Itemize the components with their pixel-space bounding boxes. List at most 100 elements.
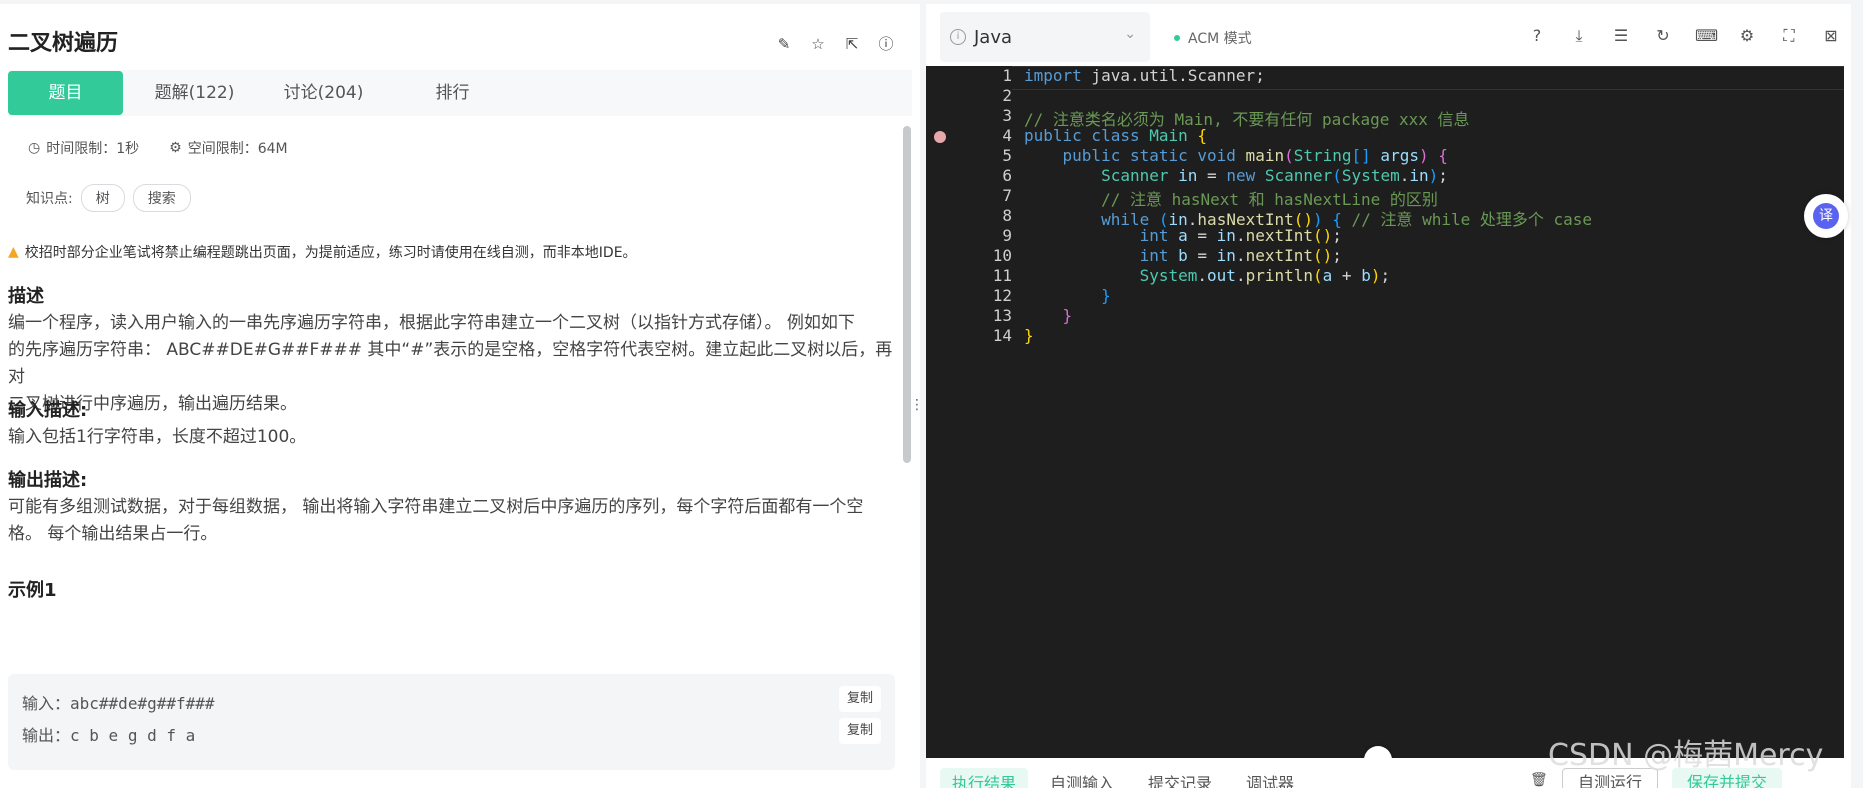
report-icon[interactable]: ⓘ bbox=[876, 34, 896, 54]
title-icons: ✎ ☆ ⇱ ⓘ bbox=[774, 34, 896, 54]
description-heading: 描述 bbox=[8, 286, 44, 307]
description-line: 的先序遍历字符串： ABC##DE#G##F### 其中“#”表示的是空格，空格… bbox=[8, 340, 893, 387]
example-input: 输入：abc##de#g##f### bbox=[22, 690, 215, 714]
line-number: 10 bbox=[992, 246, 1012, 265]
panel-splitter[interactable]: ⋮ bbox=[910, 390, 924, 420]
description-line: 二叉树进行中序遍历，输出遍历结果。 bbox=[8, 394, 297, 414]
editor-panel: i Java ⌄ ACM 模式 ? ⤓ ☰ ↻ ⌨ ⚙ ⛶ ⊠ 1 2 3 4 … bbox=[926, 4, 1851, 788]
translate-button[interactable]: 译 bbox=[1804, 194, 1848, 238]
copy-output-button[interactable]: 复制 bbox=[839, 718, 881, 744]
tab-submissions[interactable]: 提交记录 bbox=[1136, 768, 1224, 788]
page-edge bbox=[1851, 4, 1863, 788]
time-limit: ◷ 时间限制：1秒 bbox=[28, 138, 139, 158]
memory-icon: ⚙ bbox=[169, 140, 182, 156]
code-editor[interactable]: 1 2 3 4 5 6 7 8 9 10 11 12 13 14 import … bbox=[926, 66, 1848, 758]
problem-title: 二叉树遍历 bbox=[8, 31, 119, 56]
line-number: 11 bbox=[992, 266, 1012, 285]
warning-icon: ▲ bbox=[8, 244, 19, 260]
problem-panel: 二叉树遍历 ✎ ☆ ⇱ ⓘ 题目 题解(122) 讨论(204) 排行 ◷ 时间… bbox=[0, 4, 920, 788]
breakpoint-icon[interactable] bbox=[934, 131, 946, 143]
code-line: int b = in.nextInt(); bbox=[1024, 246, 1342, 265]
example-input-label: 输入： bbox=[22, 694, 71, 713]
tag-search[interactable]: 搜索 bbox=[132, 184, 191, 212]
close-panel-icon[interactable]: ⊠ bbox=[1821, 26, 1841, 46]
line-number: 7 bbox=[1002, 186, 1012, 205]
title-row: 二叉树遍历 ✎ ☆ ⇱ ⓘ bbox=[8, 24, 908, 64]
line-number: 8 bbox=[1002, 206, 1012, 225]
space-limit: ⚙ 空间限制：64M bbox=[169, 138, 287, 158]
acm-mode[interactable]: ACM 模式 bbox=[1174, 28, 1252, 48]
star-icon[interactable]: ☆ bbox=[808, 34, 828, 54]
line-number: 9 bbox=[1002, 226, 1012, 245]
editor-toolbar: i Java ⌄ ACM 模式 ? ⤓ ☰ ↻ ⌨ ⚙ ⛶ ⊠ bbox=[926, 4, 1851, 66]
description-text: 编一个程序，读入用户输入的一串先序遍历字符串，根据此字符串建立一个二叉树（以指针… bbox=[8, 310, 903, 418]
external-link-icon[interactable]: ⇱ bbox=[842, 34, 862, 54]
tab-solutions[interactable]: 题解(122) bbox=[137, 71, 252, 115]
line-number: 12 bbox=[992, 286, 1012, 305]
code-line: public class Main { bbox=[1024, 126, 1208, 145]
problem-tabs: 题目 题解(122) 讨论(204) 排行 bbox=[8, 70, 912, 116]
example-box: 输入：abc##de#g##f### 复制 输出：c b e g d f a 复… bbox=[8, 674, 895, 770]
warning-banner: ▲ 校招时部分企业笔试将禁止编程题跳出页面，为提前适应，练习时请使用在线自测，而… bbox=[8, 242, 637, 262]
warning-text: 校招时部分企业笔试将禁止编程题跳出页面，为提前适应，练习时请使用在线自测，而非本… bbox=[24, 245, 637, 261]
format-icon[interactable]: ☰ bbox=[1611, 26, 1631, 46]
example-output: 输出：c b e g d f a bbox=[22, 722, 195, 746]
trash-icon[interactable]: 🗑 bbox=[1530, 772, 1548, 788]
chevron-down-icon: ⌄ bbox=[1124, 26, 1136, 42]
line-number: 6 bbox=[1002, 166, 1012, 185]
line-number: 1 bbox=[1002, 66, 1012, 85]
clock-icon: ◷ bbox=[28, 140, 41, 156]
input-heading: 输入描述: bbox=[8, 400, 88, 421]
code-line: } bbox=[1024, 326, 1034, 345]
limits: ◷ 时间限制：1秒 ⚙ 空间限制：64M bbox=[28, 138, 288, 158]
time-limit-text: 时间限制：1秒 bbox=[46, 141, 140, 157]
example-output-value: c b e g d f a bbox=[70, 726, 196, 745]
line-number: 13 bbox=[992, 306, 1012, 325]
fullscreen-icon[interactable]: ⛶ bbox=[1779, 26, 1799, 46]
code-line: import java.util.Scanner; bbox=[1024, 66, 1265, 85]
example-input-value: abc##de#g##f### bbox=[70, 694, 215, 713]
example-heading: 示例1 bbox=[8, 580, 57, 601]
description-line: 编一个程序，读入用户输入的一串先序遍历字符串，根据此字符串建立一个二叉树（以指针… bbox=[8, 313, 855, 333]
settings-icon[interactable]: ⚙ bbox=[1737, 26, 1757, 46]
toolbar-icons: ? ⤓ ☰ ↻ ⌨ ⚙ ⛶ ⊠ bbox=[1527, 26, 1841, 46]
mode-dot-icon bbox=[1174, 35, 1180, 41]
output-text: 可能有多组测试数据，对于每组数据， 输出将输入字符串建立二叉树后中序遍历的序列，… bbox=[8, 494, 903, 548]
code-line: System.out.println(a + b); bbox=[1024, 266, 1391, 285]
keyboard-icon[interactable]: ⌨ bbox=[1695, 26, 1718, 46]
code-line: Scanner in = new Scanner(System.in); bbox=[1024, 166, 1448, 185]
tab-debugger[interactable]: 调试器 bbox=[1234, 768, 1306, 788]
tag-tree[interactable]: 树 bbox=[80, 184, 125, 212]
app: 二叉树遍历 ✎ ☆ ⇱ ⓘ 题目 题解(122) 讨论(204) 排行 ◷ 时间… bbox=[0, 0, 1863, 788]
tab-result[interactable]: 执行结果 bbox=[940, 768, 1029, 788]
info-icon: i bbox=[950, 29, 966, 45]
knowledge-label: 知识点: bbox=[26, 191, 73, 207]
help-icon[interactable]: ? bbox=[1527, 26, 1547, 46]
line-number: 5 bbox=[1002, 146, 1012, 165]
tab-ranking[interactable]: 排行 bbox=[395, 71, 510, 115]
acm-mode-label: ACM 模式 bbox=[1188, 31, 1252, 47]
copy-input-button[interactable]: 复制 bbox=[839, 686, 881, 712]
knowledge-points: 知识点: 树 搜索 bbox=[26, 184, 191, 212]
code-line: int a = in.nextInt(); bbox=[1024, 226, 1342, 245]
tab-problem[interactable]: 题目 bbox=[8, 71, 123, 115]
line-number: 2 bbox=[1002, 86, 1012, 105]
code-line: } bbox=[1024, 286, 1111, 305]
download-icon[interactable]: ⤓ bbox=[1569, 26, 1589, 46]
code-line: } bbox=[1024, 306, 1073, 325]
tab-custom-input[interactable]: 自测输入 bbox=[1038, 768, 1126, 788]
space-limit-text: 空间限制：64M bbox=[187, 141, 288, 157]
output-heading: 输出描述: bbox=[8, 470, 88, 491]
line-number: 3 bbox=[1002, 106, 1012, 125]
reset-icon[interactable]: ↻ bbox=[1653, 26, 1673, 46]
input-text: 输入包括1行字符串，长度不超过100。 bbox=[8, 427, 307, 447]
line-number: 4 bbox=[1002, 126, 1012, 145]
edit-icon[interactable]: ✎ bbox=[774, 34, 794, 54]
line-number: 14 bbox=[992, 326, 1012, 345]
watermark: CSDN @梅茜Mercy bbox=[1548, 738, 1824, 773]
example-output-label: 输出： bbox=[22, 726, 71, 745]
language-value: Java bbox=[974, 26, 1013, 48]
code-line: public static void main(String[] args) { bbox=[1024, 146, 1448, 165]
tab-discussion[interactable]: 讨论(204) bbox=[266, 71, 381, 115]
language-select[interactable]: i Java ⌄ bbox=[940, 12, 1150, 62]
